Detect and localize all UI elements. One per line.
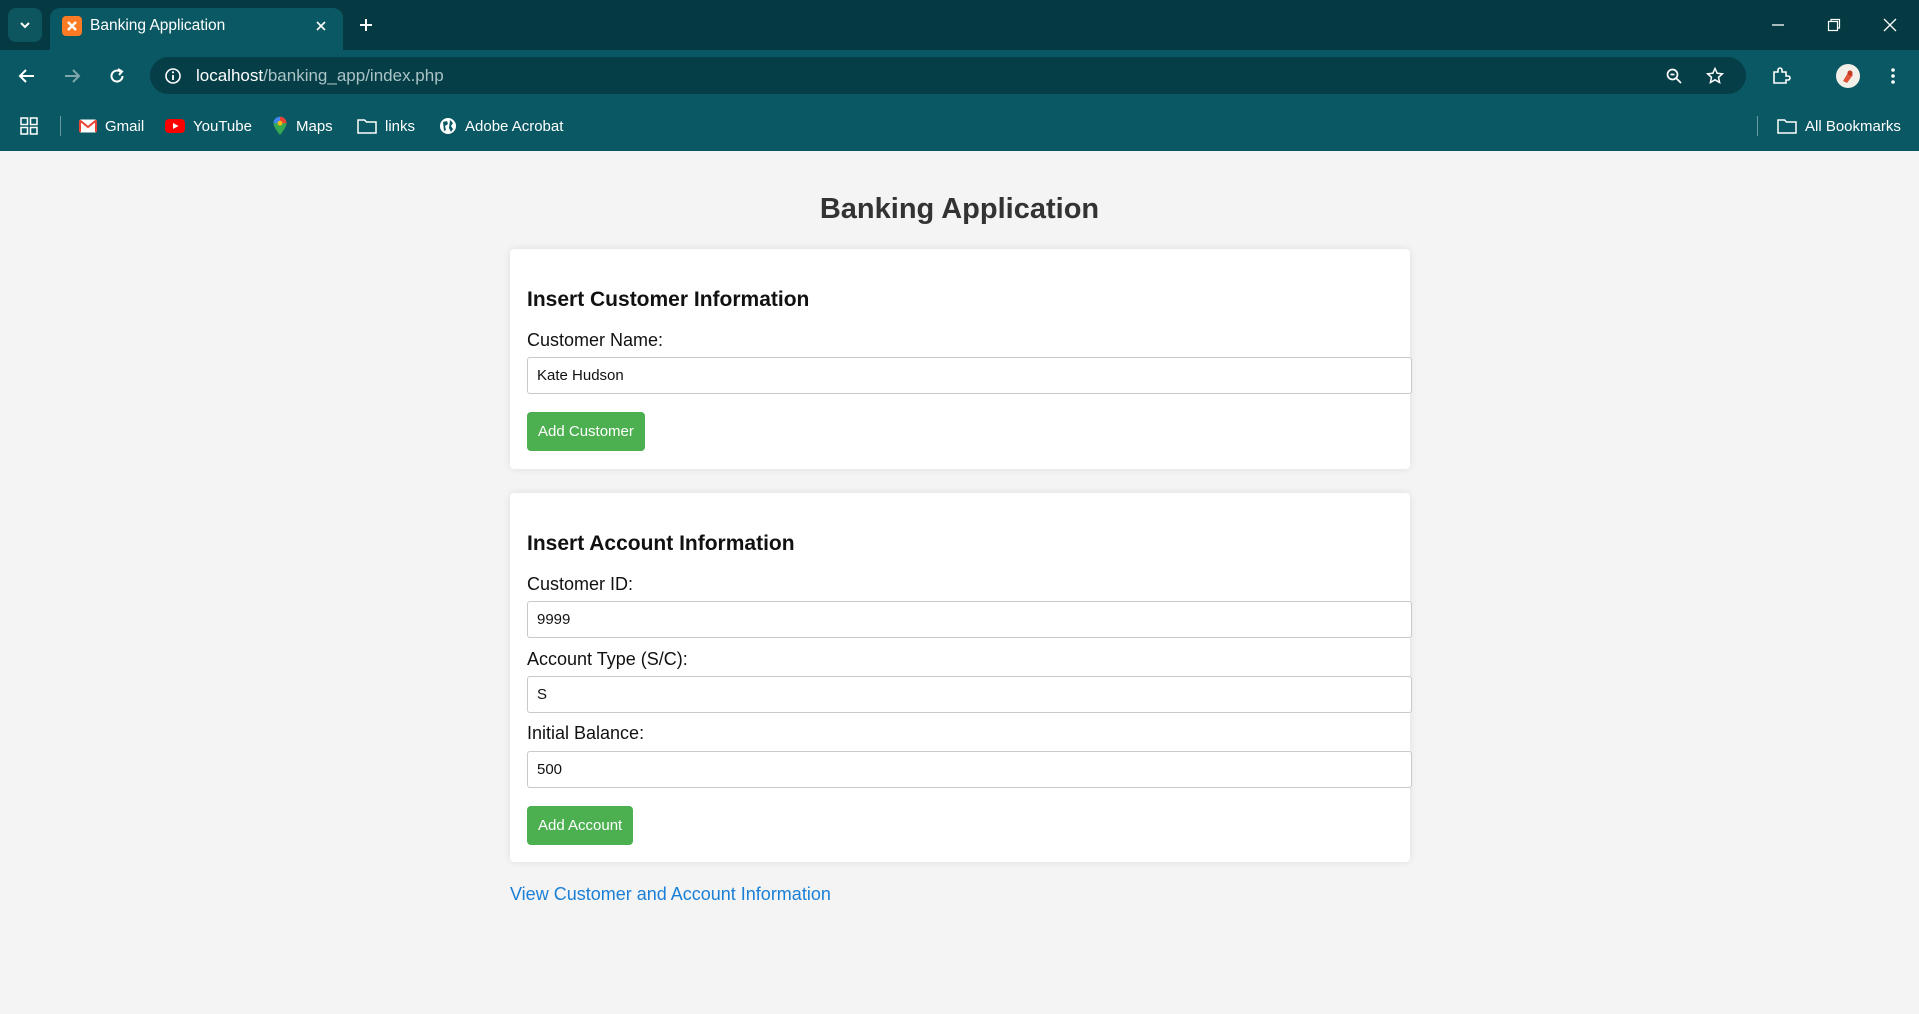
bookmarks-bar: Gmail YouTube Maps links Adobe Acrobat A… — [0, 100, 1919, 151]
bookmarks-divider — [60, 116, 61, 136]
tab-search-button[interactable] — [8, 8, 42, 42]
site-info-icon[interactable] — [160, 63, 186, 89]
bookmark-gmail[interactable]: Gmail — [79, 113, 144, 139]
initial-balance-label: Initial Balance: — [527, 723, 645, 743]
chevron-down-icon — [20, 22, 30, 29]
folder-icon — [1777, 119, 1797, 134]
close-tab-icon[interactable] — [309, 14, 333, 38]
customer-name-label: Customer Name: — [527, 330, 664, 350]
add-account-button[interactable]: Add Account — [527, 806, 634, 845]
all-bookmarks-button[interactable]: All Bookmarks — [1777, 113, 1901, 139]
all-bookmarks-label: All Bookmarks — [1805, 117, 1901, 135]
xampp-favicon-icon — [62, 16, 82, 36]
bookmark-label: Maps — [296, 117, 333, 135]
customer-id-label: Customer ID: — [527, 574, 634, 594]
folder-icon — [357, 119, 377, 134]
page-content: Banking Application Insert Customer Info… — [0, 151, 1919, 1014]
gmail-icon — [79, 119, 97, 133]
bookmark-label: Adobe Acrobat — [465, 117, 564, 135]
bookmark-label: YouTube — [193, 117, 252, 135]
add-customer-button[interactable]: Add Customer — [527, 412, 645, 451]
url-text: localhost/banking_app/index.php — [196, 66, 444, 85]
bookmark-links-folder[interactable]: links — [357, 113, 415, 139]
forward-arrow-icon[interactable] — [55, 59, 89, 93]
profile-avatar[interactable] — [1831, 59, 1865, 93]
close-window-icon[interactable] — [1862, 0, 1918, 50]
initial-balance-input[interactable] — [527, 751, 1412, 788]
tab-strip: Banking Application — [0, 0, 1919, 50]
extensions-puzzle-icon[interactable] — [1764, 59, 1798, 93]
tab-title: Banking Application — [90, 17, 226, 34]
more-menu-icon[interactable] — [1876, 59, 1910, 93]
globe-icon — [440, 118, 456, 134]
restore-icon[interactable] — [1806, 0, 1862, 50]
apps-grid-icon[interactable] — [20, 113, 38, 139]
bookmark-star-icon[interactable] — [1701, 62, 1729, 90]
customer-section-heading: Insert Customer Information — [527, 288, 810, 311]
view-information-link[interactable]: View Customer and Account Information — [510, 884, 831, 905]
active-tab[interactable]: Banking Application — [50, 8, 343, 50]
account-type-label: Account Type (S/C): — [527, 649, 688, 669]
browser-toolbar: localhost/banking_app/index.php — [0, 50, 1919, 100]
account-type-input[interactable] — [527, 676, 1412, 713]
back-arrow-icon[interactable] — [10, 59, 44, 93]
bookmarks-divider — [1757, 116, 1758, 136]
minimize-icon[interactable] — [1750, 0, 1806, 50]
bookmark-maps[interactable]: Maps — [272, 113, 333, 139]
address-bar[interactable]: localhost/banking_app/index.php — [150, 57, 1746, 94]
customer-form-card: Insert Customer Information Customer Nam… — [510, 249, 1412, 469]
youtube-icon — [165, 119, 185, 133]
bookmark-youtube[interactable]: YouTube — [165, 113, 252, 139]
customer-id-input[interactable] — [527, 601, 1412, 638]
bookmark-label: links — [385, 117, 416, 135]
maps-icon — [273, 116, 287, 135]
account-section-heading: Insert Account Information — [527, 532, 795, 555]
zoom-magnifier-icon[interactable] — [1660, 62, 1688, 90]
reload-icon[interactable] — [100, 59, 134, 93]
bookmark-adobe-acrobat[interactable]: Adobe Acrobat — [439, 113, 563, 139]
account-form-card: Insert Account Information Customer ID: … — [510, 493, 1412, 862]
new-tab-plus-icon[interactable] — [352, 11, 380, 39]
customer-name-input[interactable] — [527, 357, 1412, 394]
page-title: Banking Application — [819, 193, 1100, 225]
bookmark-label: Gmail — [105, 117, 145, 135]
